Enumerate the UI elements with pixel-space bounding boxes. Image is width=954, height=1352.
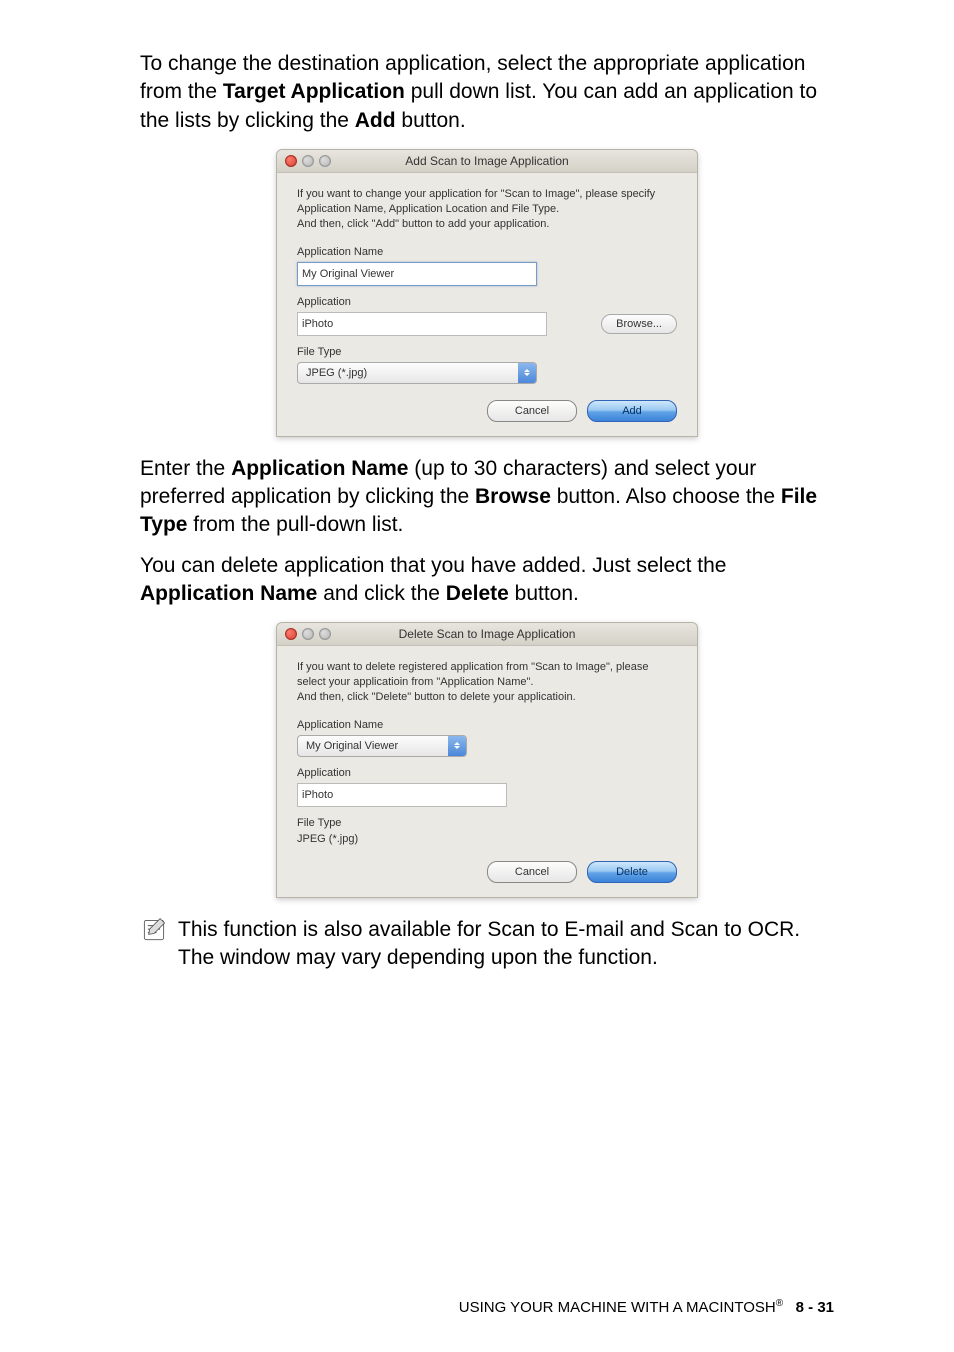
bold-browse: Browse: [475, 485, 551, 508]
text: button.: [396, 109, 466, 132]
paragraph-1: To change the destination application, s…: [140, 50, 834, 135]
text: Enter the: [140, 457, 231, 480]
chevron-up-down-icon: [518, 363, 536, 383]
cancel-button[interactable]: Cancel: [487, 400, 577, 422]
note-icon: [140, 916, 168, 944]
application-label: Application: [297, 296, 677, 308]
application-input[interactable]: iPhoto: [297, 312, 547, 336]
page-footer: USING YOUR MACHINE WITH A MACINTOSH® 8 -…: [459, 1298, 834, 1316]
cancel-button[interactable]: Cancel: [487, 861, 577, 883]
button-label: Add: [622, 405, 642, 417]
select-value: My Original Viewer: [306, 740, 398, 752]
bold-target-application: Target Application: [223, 80, 405, 103]
file-type-value: JPEG (*.jpg): [297, 833, 677, 845]
chevron-up-down-icon: [448, 736, 466, 756]
bold-delete: Delete: [446, 582, 509, 605]
paragraph-3: You can delete application that you have…: [140, 552, 834, 609]
button-label: Browse...: [616, 318, 662, 330]
text: and click the: [317, 582, 445, 605]
add-button[interactable]: Add: [587, 400, 677, 422]
input-value: My Original Viewer: [302, 268, 394, 280]
paragraph-2: Enter the Application Name (up to 30 cha…: [140, 455, 834, 540]
app-name-select[interactable]: My Original Viewer: [297, 735, 467, 757]
file-type-select[interactable]: JPEG (*.jpg): [297, 362, 537, 384]
application-input: iPhoto: [297, 783, 507, 807]
input-value: iPhoto: [302, 789, 333, 801]
titlebar: Delete Scan to Image Application: [277, 623, 697, 646]
text: button. Also choose the: [551, 485, 781, 508]
file-type-label: File Type: [297, 346, 677, 358]
delete-dialog: Delete Scan to Image Application If you …: [276, 622, 698, 898]
bold-application-name: Application Name: [140, 582, 317, 605]
button-label: Cancel: [515, 866, 549, 878]
application-label: Application: [297, 767, 677, 779]
select-value: JPEG (*.jpg): [306, 367, 367, 379]
footer-text: USING YOUR MACHINE WITH A MACINTOSH: [459, 1299, 776, 1316]
text: from the pull-down list.: [187, 513, 403, 536]
instructions: If you want to delete registered applica…: [297, 660, 677, 705]
delete-button[interactable]: Delete: [587, 861, 677, 883]
app-name-label: Application Name: [297, 246, 677, 258]
app-name-label: Application Name: [297, 719, 677, 731]
add-dialog: Add Scan to Image Application If you wan…: [276, 149, 698, 437]
browse-button[interactable]: Browse...: [601, 314, 677, 334]
text: button.: [509, 582, 579, 605]
note-text: This function is also available for Scan…: [178, 916, 834, 973]
bold-application-name: Application Name: [231, 457, 408, 480]
instructions: If you want to change your application f…: [297, 187, 677, 232]
titlebar: Add Scan to Image Application: [277, 150, 697, 173]
text: You can delete application that you have…: [140, 554, 726, 577]
page-number: 8 - 31: [796, 1299, 834, 1316]
dialog-title: Delete Scan to Image Application: [277, 627, 697, 641]
button-label: Cancel: [515, 405, 549, 417]
bold-add: Add: [355, 109, 396, 132]
file-type-label: File Type: [297, 817, 677, 829]
input-value: iPhoto: [302, 318, 333, 330]
app-name-input[interactable]: My Original Viewer: [297, 262, 537, 286]
registered-symbol: ®: [776, 1298, 783, 1309]
button-label: Delete: [616, 866, 648, 878]
dialog-title: Add Scan to Image Application: [277, 154, 697, 168]
